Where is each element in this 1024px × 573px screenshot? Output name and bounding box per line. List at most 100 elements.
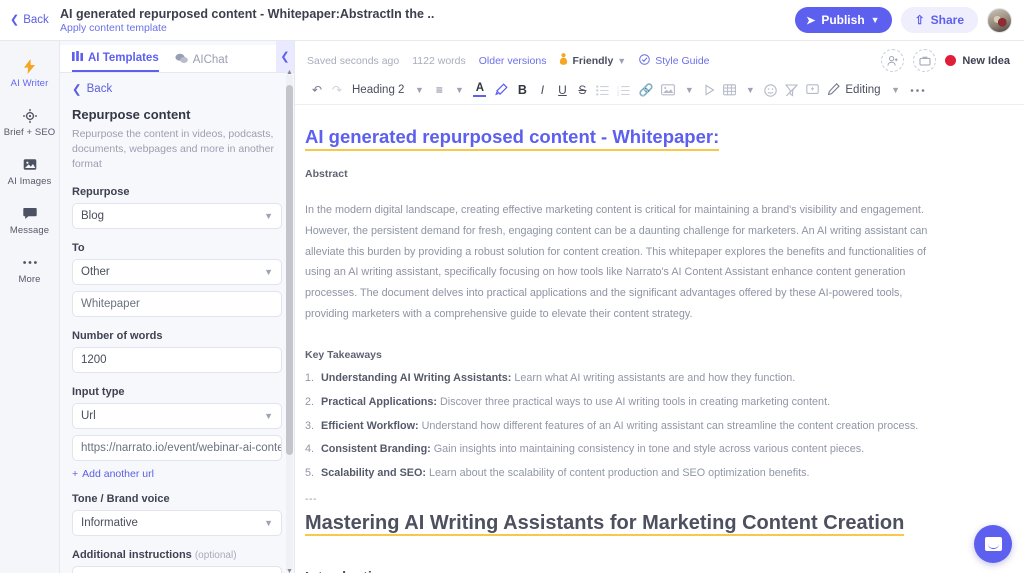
list-item[interactable]: 2. Practical Applications: Discover thre… (305, 391, 945, 415)
chevron-down-icon[interactable]: ▼ (409, 79, 429, 101)
share-button[interactable]: ⇧ Share (900, 7, 978, 33)
sidebar-item-more[interactable]: More (1, 247, 59, 293)
clear-formatting-icon[interactable] (781, 79, 802, 101)
chevron-down-icon[interactable]: ▼ (449, 79, 469, 101)
list-item[interactable]: 1. Understanding AI Writing Assistants: … (305, 367, 945, 391)
sidebar-item-ai-writer[interactable]: AI Writer (1, 51, 59, 97)
redo-button[interactable]: ↷ (327, 79, 347, 101)
section-heading[interactable]: Mastering AI Writing Assistants for Mark… (305, 511, 945, 537)
abstract-label[interactable]: Abstract (305, 168, 945, 180)
panel-scrollbar[interactable]: ▲ ▼ (286, 69, 293, 573)
to-select[interactable]: Other ▼ (72, 258, 282, 285)
add-another-url-button[interactable]: + Add another url (72, 468, 282, 480)
image-icon (23, 157, 37, 172)
avatar[interactable] (987, 7, 1012, 33)
numbered-list-icon[interactable]: 123 (613, 79, 634, 101)
tab-ai-templates[interactable]: AI Templates (72, 51, 159, 72)
sidebar-item-brief-seo[interactable]: Brief + SEO (1, 100, 59, 146)
underline-button[interactable]: U (552, 79, 572, 101)
apply-content-template-link[interactable]: Apply content template (60, 22, 434, 34)
left-nav-rail: AI Writer Brief + SEO AI Images Message (0, 41, 60, 573)
key-takeaways-heading[interactable]: Key Takeaways (305, 349, 945, 361)
tone-person-icon (559, 53, 568, 68)
style-guide-button[interactable]: Style Guide (639, 53, 710, 68)
text-color-swatch (473, 94, 487, 98)
repurpose-select[interactable]: Blog ▼ (72, 202, 282, 229)
editing-mode-button[interactable]: Editing (823, 82, 885, 98)
older-versions-link[interactable]: Older versions (479, 55, 547, 67)
top-bar: ❮ Back AI generated repurposed content -… (0, 0, 1024, 41)
main-body: AI Writer Brief + SEO AI Images Message (0, 41, 1024, 573)
list-item-text: Discover three practical ways to use AI … (440, 395, 831, 408)
chevron-down-icon[interactable]: ▼ (740, 79, 760, 101)
document-title[interactable]: AI generated repurposed content - Whitep… (305, 125, 720, 152)
chevron-down-icon[interactable]: ▼ (886, 79, 906, 101)
table-icon[interactable] (719, 79, 740, 101)
tone-select[interactable]: Informative ▼ (72, 509, 282, 536)
optional-hint: (optional) (194, 549, 237, 561)
list-item-text: Gain insights into maintaining consisten… (433, 443, 865, 456)
intercom-chat-icon[interactable] (974, 525, 1012, 563)
chevron-left-icon: ❮ (72, 84, 82, 96)
play-icon[interactable] (699, 79, 719, 101)
comment-icon[interactable] (802, 79, 823, 101)
link-icon[interactable]: 🔗 (634, 79, 657, 101)
divider: --- (305, 493, 317, 506)
additional-instructions-textarea[interactable]: Generate an abstract and key takeaways f… (72, 565, 282, 573)
list-item-text: Learn about the scalability of content p… (429, 466, 810, 479)
italic-button[interactable]: I (532, 79, 552, 101)
italic-label: I (540, 83, 545, 97)
undo-button[interactable]: ↶ (307, 79, 327, 101)
input-type-select[interactable]: Url ▼ (72, 402, 282, 429)
template-description: Repurpose the content in videos, podcast… (72, 128, 274, 171)
add-person-icon[interactable] (881, 49, 905, 72)
document-title-block: AI generated repurposed content - Whitep… (60, 7, 434, 34)
scrollbar-thumb[interactable] (286, 85, 293, 455)
text-color-button[interactable]: A (469, 79, 490, 101)
back-button[interactable]: ❮ Back (0, 14, 60, 26)
list-item-number: 4. (305, 443, 315, 456)
list-item-text: Learn what AI writing assistants are and… (514, 372, 796, 385)
sidebar-item-message[interactable]: Message (1, 198, 59, 244)
bold-button[interactable]: B (512, 79, 532, 101)
tone-label: Tone / Brand voice (72, 492, 170, 505)
publish-button[interactable]: ➤ Publish ▼ (795, 7, 892, 33)
more-options-icon[interactable] (906, 79, 929, 101)
template-title: Repurpose content (72, 107, 191, 122)
editor-pane: Saved seconds ago 1122 words Older versi… (295, 41, 1024, 573)
list-item[interactable]: 4. Consistent Branding: Gain insights in… (305, 438, 945, 462)
back-label: Back (23, 14, 49, 26)
sidebar-item-ai-images[interactable]: AI Images (1, 149, 59, 195)
new-idea-button[interactable]: New Idea (945, 55, 1010, 67)
key-takeaways-list: 1. Understanding AI Writing Assistants: … (305, 367, 945, 485)
scroll-up-arrow[interactable]: ▲ (286, 69, 293, 76)
bullet-list-icon[interactable] (592, 79, 613, 101)
collapse-panel-button[interactable]: ❮ (276, 41, 294, 72)
image-icon[interactable] (657, 79, 679, 101)
to-value: Other (81, 265, 110, 278)
emoji-icon[interactable] (760, 79, 781, 101)
tone-chip[interactable]: Friendly ▼ (559, 53, 626, 68)
briefcase-icon[interactable] (913, 49, 937, 72)
highlighter-icon[interactable] (490, 79, 512, 101)
panel-back-button[interactable]: ❮ Back (72, 82, 282, 96)
scroll-down-arrow[interactable]: ▼ (286, 568, 293, 573)
list-item[interactable]: 5. Scalability and SEO: Learn about the … (305, 462, 945, 486)
tab-aichat[interactable]: AIChat (175, 53, 228, 72)
chevron-down-icon: ▼ (870, 15, 880, 25)
abstract-paragraph[interactable]: In the modern digital landscape, creatin… (305, 200, 945, 324)
status-badge (945, 55, 957, 66)
number-of-words-input[interactable]: 1200 (72, 346, 282, 373)
url-input[interactable]: https://narrato.io/event/webinar-ai-cont… (72, 434, 282, 461)
align-button[interactable]: ≡ (429, 79, 449, 101)
block-style-select[interactable]: Heading 2 (347, 79, 409, 101)
panel-back-label: Back (86, 83, 113, 95)
strikethrough-button[interactable]: S (572, 79, 592, 101)
chevron-down-icon[interactable]: ▼ (679, 79, 699, 101)
document-canvas[interactable]: AI generated repurposed content - Whitep… (295, 105, 1024, 573)
list-item[interactable]: 3. Efficient Workflow: Understand how di… (305, 415, 945, 439)
chat-bubbles-icon (175, 53, 188, 67)
chevron-down-icon: ▼ (617, 55, 627, 66)
to-custom-input[interactable]: Whitepaper (72, 290, 282, 317)
sidebar-item-label: Message (9, 225, 50, 236)
